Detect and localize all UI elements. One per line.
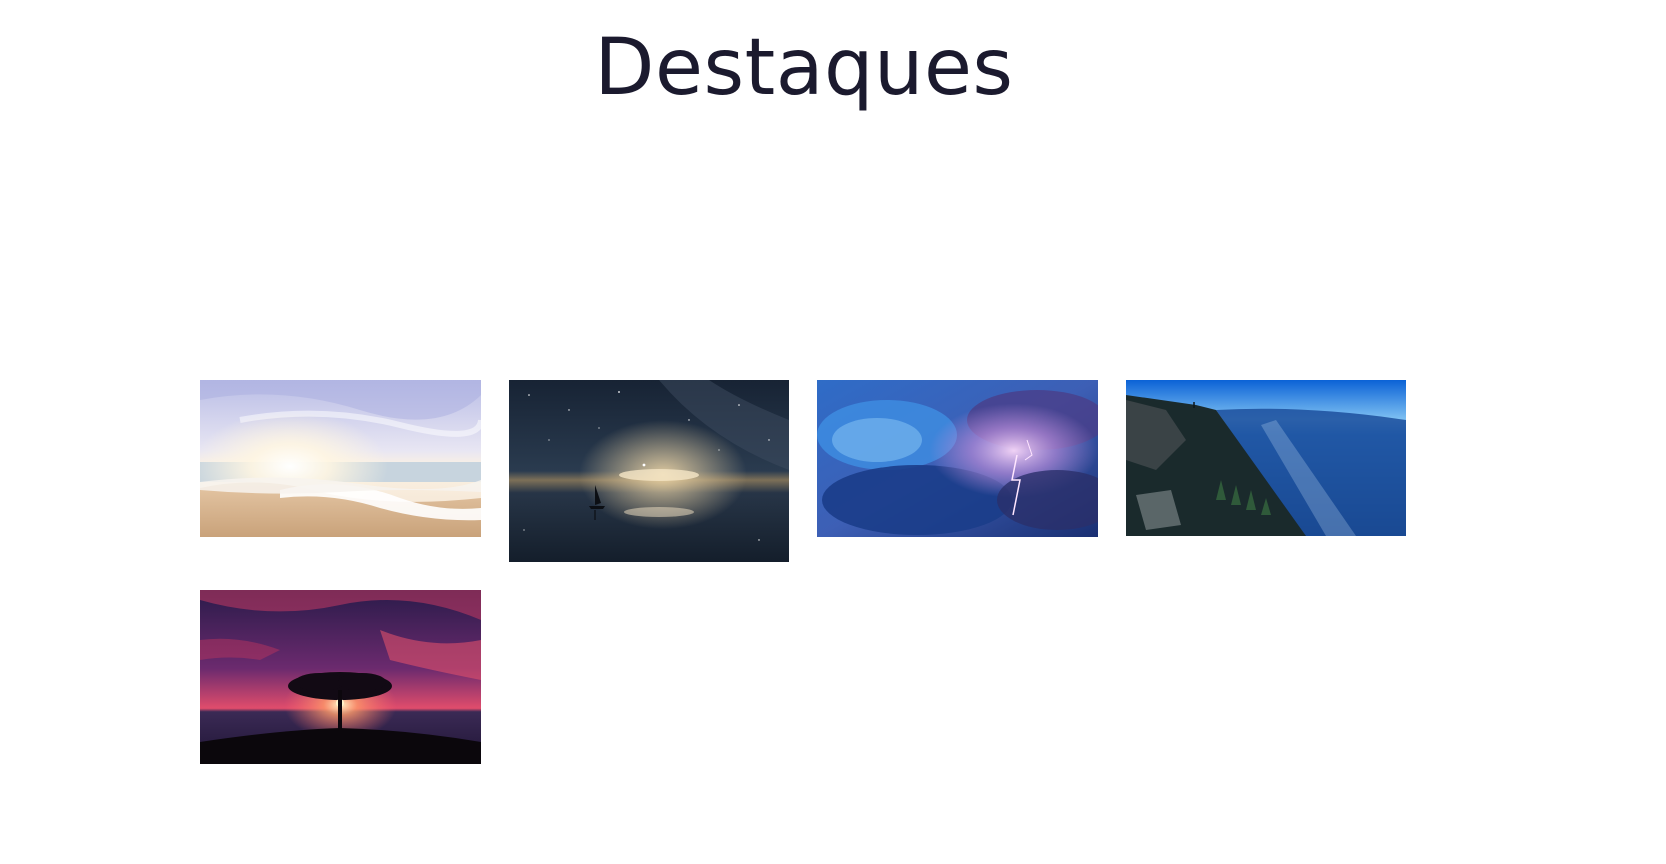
page: Destaques <box>0 0 1666 864</box>
image-gallery <box>200 380 1406 780</box>
gallery-image-night-sailboat[interactable] <box>509 380 789 562</box>
gallery-image-cliff[interactable] <box>1126 380 1406 536</box>
gallery-image-beach[interactable] <box>200 380 481 537</box>
gallery-image-tree-sunset[interactable] <box>200 590 481 764</box>
gallery-image-storm[interactable] <box>817 380 1098 537</box>
page-title: Destaques <box>594 23 1014 113</box>
